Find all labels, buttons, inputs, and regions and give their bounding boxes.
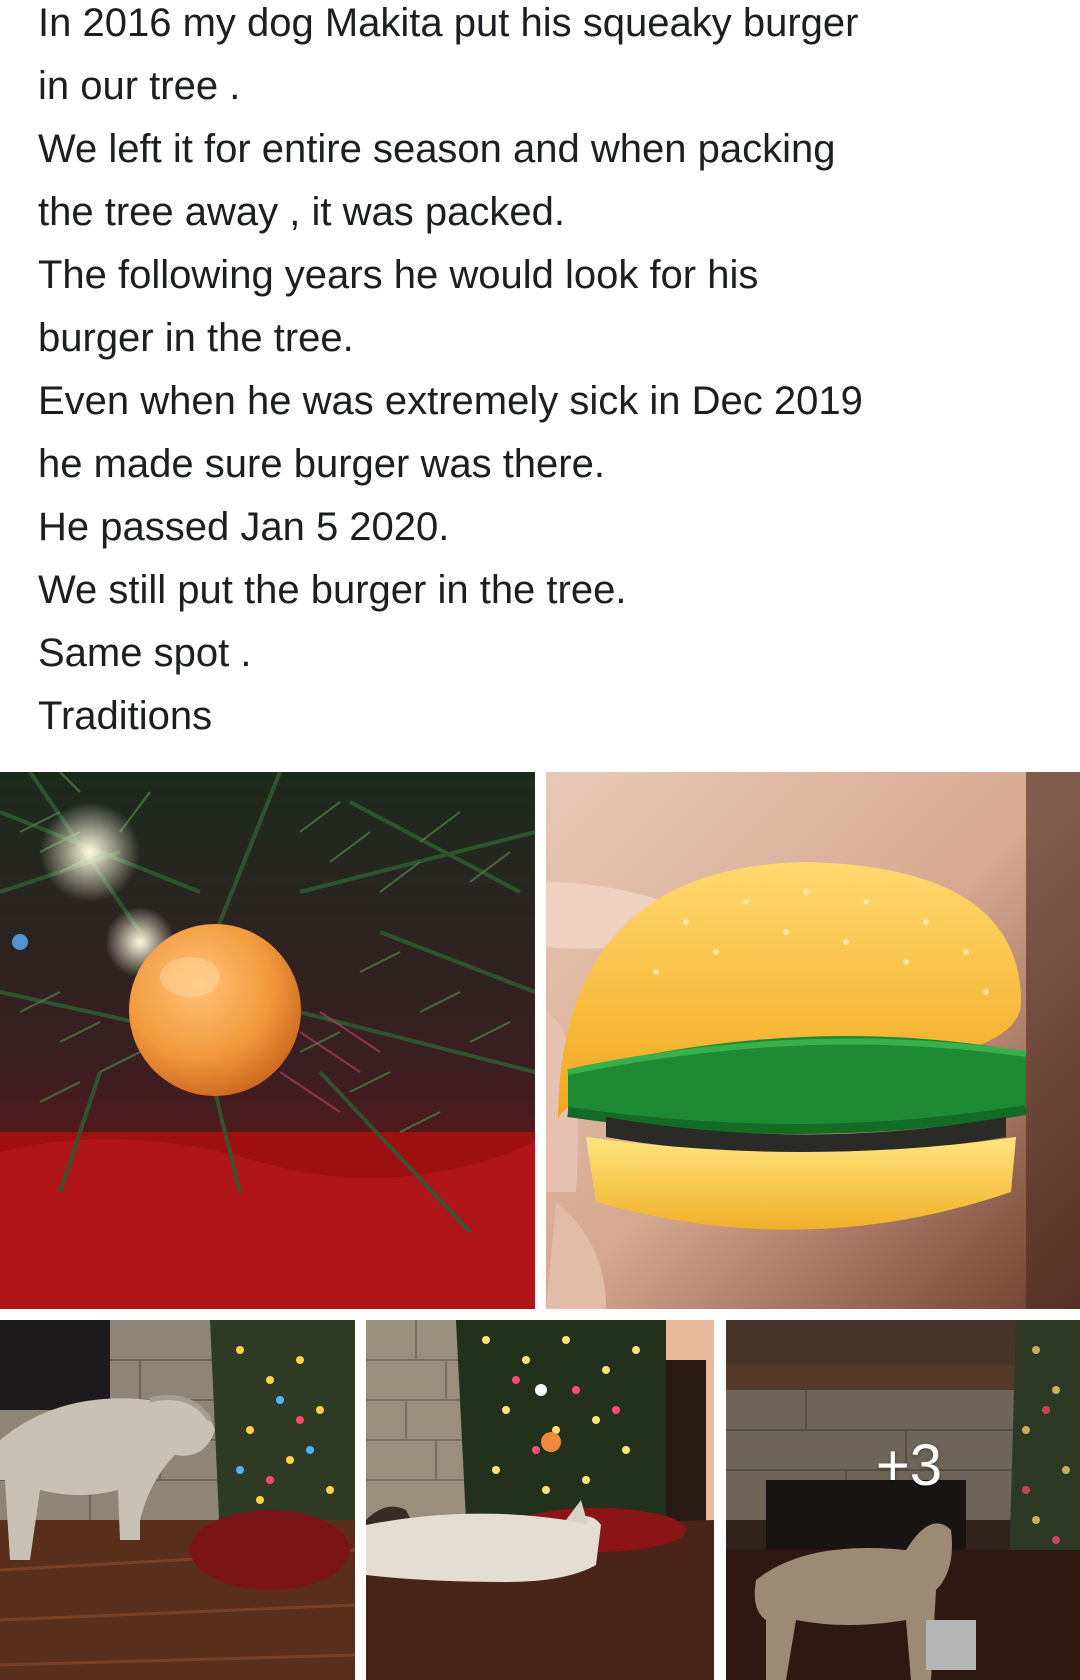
post-line: Traditions xyxy=(38,694,213,738)
photo-squeaky-burger[interactable] xyxy=(546,772,1080,1309)
post-line: We left it for entire season and when pa… xyxy=(38,127,836,171)
post-line: In 2016 my dog Makita put his squeaky bu… xyxy=(38,1,859,45)
more-photos-overlay[interactable]: +3 xyxy=(726,1320,1080,1680)
burger-in-tree-image xyxy=(0,772,535,1309)
photo-dog-by-tree[interactable] xyxy=(0,1320,355,1680)
post-text: In 2016 my dog Makita put his squeaky bu… xyxy=(38,0,1058,748)
photo-dog-lying-under-tree[interactable] xyxy=(366,1320,714,1680)
post-line: in our tree . xyxy=(38,64,241,108)
dog-lying-under-tree-image xyxy=(366,1320,714,1680)
post-line: Even when he was extremely sick in Dec 2… xyxy=(38,379,863,423)
post-line: We still put the burger in the tree. xyxy=(38,568,627,612)
post-line: He passed Jan 5 2020. xyxy=(38,505,450,549)
photo-burger-in-tree[interactable] xyxy=(0,772,535,1309)
dog-by-tree-image xyxy=(0,1320,355,1680)
squeaky-burger-image xyxy=(546,772,1080,1309)
post-line: burger in the tree. xyxy=(38,316,354,360)
post-line: Same spot . xyxy=(38,631,252,675)
photo-dog-by-fireplace[interactable]: +3 xyxy=(726,1320,1080,1680)
post-line: the tree away , it was packed. xyxy=(38,190,565,234)
more-photos-count: +3 xyxy=(875,1432,943,1498)
post-line: The following years he would look for hi… xyxy=(38,253,759,297)
post-line: he made sure burger was there. xyxy=(38,442,605,486)
